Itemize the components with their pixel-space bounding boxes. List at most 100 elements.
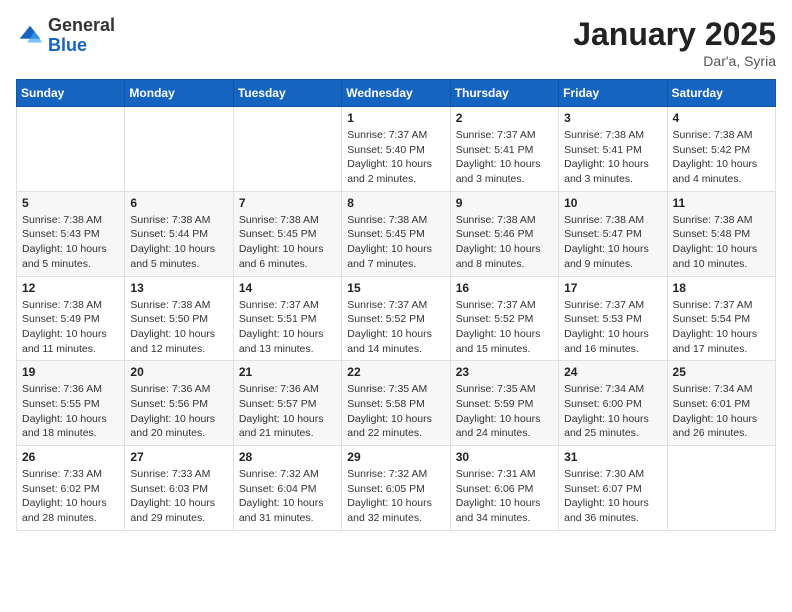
day-number: 29 — [347, 450, 444, 464]
day-number: 11 — [673, 196, 770, 210]
calendar-cell-1-6: 11 Sunrise: 7:38 AMSunset: 5:48 PMDayligh… — [667, 191, 775, 276]
day-info: Sunrise: 7:36 AMSunset: 5:55 PMDaylight:… — [22, 382, 119, 441]
calendar-table: Sunday Monday Tuesday Wednesday Thursday… — [16, 79, 776, 531]
day-info: Sunrise: 7:36 AMSunset: 5:57 PMDaylight:… — [239, 382, 336, 441]
day-info: Sunrise: 7:38 AMSunset: 5:45 PMDaylight:… — [239, 213, 336, 272]
day-info: Sunrise: 7:37 AMSunset: 5:51 PMDaylight:… — [239, 298, 336, 357]
day-info: Sunrise: 7:38 AMSunset: 5:42 PMDaylight:… — [673, 128, 770, 187]
header-tuesday: Tuesday — [233, 80, 341, 107]
day-number: 31 — [564, 450, 661, 464]
day-info: Sunrise: 7:37 AMSunset: 5:41 PMDaylight:… — [456, 128, 553, 187]
calendar-body: 1Sunrise: 7:37 AMSunset: 5:40 PMDaylight… — [17, 107, 776, 531]
calendar-cell-4-0: 26Sunrise: 7:33 AMSunset: 6:02 PMDayligh… — [17, 446, 125, 531]
day-number: 28 — [239, 450, 336, 464]
header-saturday: Saturday — [667, 80, 775, 107]
day-number: 13 — [130, 281, 227, 295]
calendar-cell-2-6: 18 Sunrise: 7:37 AMSunset: 5:54 PMDayligh… — [667, 276, 775, 361]
calendar-header: Sunday Monday Tuesday Wednesday Thursday… — [17, 80, 776, 107]
day-number: 2 — [456, 111, 553, 125]
day-info: Sunrise: 7:33 AMSunset: 6:03 PMDaylight:… — [130, 467, 227, 526]
day-info: Sunrise: 7:38 AMSunset: 5:46 PMDaylight:… — [456, 213, 553, 272]
day-number: 8 — [347, 196, 444, 210]
header-sunday: Sunday — [17, 80, 125, 107]
logo-text: General Blue — [48, 16, 115, 56]
header-monday: Monday — [125, 80, 233, 107]
day-info: Sunrise: 7:31 AMSunset: 6:06 PMDaylight:… — [456, 467, 553, 526]
day-info: Sunrise: 7:32 AMSunset: 6:04 PMDaylight:… — [239, 467, 336, 526]
day-number: 25 — [673, 365, 770, 379]
day-number: 1 — [347, 111, 444, 125]
calendar-cell-0-2 — [233, 107, 341, 192]
day-number: 21 — [239, 365, 336, 379]
week-row-4: 19 Sunrise: 7:36 AMSunset: 5:55 PMDayligh… — [17, 361, 776, 446]
logo-general: General — [48, 16, 115, 36]
header-thursday: Thursday — [450, 80, 558, 107]
week-row-2: 5Sunrise: 7:38 AMSunset: 5:43 PMDaylight… — [17, 191, 776, 276]
day-info: Sunrise: 7:38 AMSunset: 5:50 PMDaylight:… — [130, 298, 227, 357]
calendar-cell-2-5: 17 Sunrise: 7:37 AMSunset: 5:53 PMDayligh… — [559, 276, 667, 361]
calendar-cell-0-4: 2 Sunrise: 7:37 AMSunset: 5:41 PMDaylight… — [450, 107, 558, 192]
week-row-5: 26Sunrise: 7:33 AMSunset: 6:02 PMDayligh… — [17, 446, 776, 531]
day-info: Sunrise: 7:38 AMSunset: 5:41 PMDaylight:… — [564, 128, 661, 187]
logo-blue: Blue — [48, 36, 115, 56]
calendar-cell-1-0: 5Sunrise: 7:38 AMSunset: 5:43 PMDaylight… — [17, 191, 125, 276]
day-number: 27 — [130, 450, 227, 464]
title-area: January 2025 Dar'a, Syria — [573, 16, 776, 69]
day-number: 6 — [130, 196, 227, 210]
logo-icon — [16, 22, 44, 50]
day-info: Sunrise: 7:37 AMSunset: 5:53 PMDaylight:… — [564, 298, 661, 357]
calendar-cell-1-3: 8 Sunrise: 7:38 AMSunset: 5:45 PMDaylight… — [342, 191, 450, 276]
day-number: 26 — [22, 450, 119, 464]
calendar-cell-0-5: 3 Sunrise: 7:38 AMSunset: 5:41 PMDaylight… — [559, 107, 667, 192]
day-number: 9 — [456, 196, 553, 210]
calendar-cell-3-4: 23 Sunrise: 7:35 AMSunset: 5:59 PMDayligh… — [450, 361, 558, 446]
calendar-cell-0-0 — [17, 107, 125, 192]
day-number: 7 — [239, 196, 336, 210]
calendar-cell-4-2: 28 Sunrise: 7:32 AMSunset: 6:04 PMDayligh… — [233, 446, 341, 531]
day-number: 24 — [564, 365, 661, 379]
calendar-cell-3-6: 25Sunrise: 7:34 AMSunset: 6:01 PMDayligh… — [667, 361, 775, 446]
day-info: Sunrise: 7:38 AMSunset: 5:48 PMDaylight:… — [673, 213, 770, 272]
calendar-cell-2-4: 16Sunrise: 7:37 AMSunset: 5:52 PMDayligh… — [450, 276, 558, 361]
day-number: 3 — [564, 111, 661, 125]
calendar-cell-1-2: 7 Sunrise: 7:38 AMSunset: 5:45 PMDaylight… — [233, 191, 341, 276]
month-title: January 2025 — [573, 16, 776, 53]
calendar-cell-2-1: 13 Sunrise: 7:38 AMSunset: 5:50 PMDayligh… — [125, 276, 233, 361]
day-info: Sunrise: 7:34 AMSunset: 6:00 PMDaylight:… — [564, 382, 661, 441]
day-number: 12 — [22, 281, 119, 295]
day-info: Sunrise: 7:37 AMSunset: 5:52 PMDaylight:… — [456, 298, 553, 357]
day-number: 23 — [456, 365, 553, 379]
calendar-cell-3-0: 19 Sunrise: 7:36 AMSunset: 5:55 PMDayligh… — [17, 361, 125, 446]
day-number: 18 — [673, 281, 770, 295]
day-info: Sunrise: 7:38 AMSunset: 5:43 PMDaylight:… — [22, 213, 119, 272]
day-info: Sunrise: 7:38 AMSunset: 5:44 PMDaylight:… — [130, 213, 227, 272]
day-info: Sunrise: 7:32 AMSunset: 6:05 PMDaylight:… — [347, 467, 444, 526]
calendar-cell-3-3: 22 Sunrise: 7:35 AMSunset: 5:58 PMDayligh… — [342, 361, 450, 446]
day-number: 15 — [347, 281, 444, 295]
calendar-cell-2-0: 12Sunrise: 7:38 AMSunset: 5:49 PMDayligh… — [17, 276, 125, 361]
calendar-cell-2-2: 14Sunrise: 7:37 AMSunset: 5:51 PMDayligh… — [233, 276, 341, 361]
calendar-cell-0-6: 4 Sunrise: 7:38 AMSunset: 5:42 PMDaylight… — [667, 107, 775, 192]
day-info: Sunrise: 7:35 AMSunset: 5:59 PMDaylight:… — [456, 382, 553, 441]
day-info: Sunrise: 7:36 AMSunset: 5:56 PMDaylight:… — [130, 382, 227, 441]
day-info: Sunrise: 7:38 AMSunset: 5:45 PMDaylight:… — [347, 213, 444, 272]
logo: General Blue — [16, 16, 115, 56]
day-info: Sunrise: 7:37 AMSunset: 5:54 PMDaylight:… — [673, 298, 770, 357]
page-header: General Blue January 2025 Dar'a, Syria — [16, 16, 776, 69]
calendar-cell-4-6 — [667, 446, 775, 531]
location-subtitle: Dar'a, Syria — [573, 53, 776, 69]
day-number: 19 — [22, 365, 119, 379]
day-number: 4 — [673, 111, 770, 125]
day-info: Sunrise: 7:38 AMSunset: 5:47 PMDaylight:… — [564, 213, 661, 272]
week-row-1: 1Sunrise: 7:37 AMSunset: 5:40 PMDaylight… — [17, 107, 776, 192]
day-number: 22 — [347, 365, 444, 379]
calendar-cell-3-5: 24 Sunrise: 7:34 AMSunset: 6:00 PMDayligh… — [559, 361, 667, 446]
calendar-cell-4-5: 31Sunrise: 7:30 AMSunset: 6:07 PMDayligh… — [559, 446, 667, 531]
day-number: 20 — [130, 365, 227, 379]
calendar-cell-3-2: 21 Sunrise: 7:36 AMSunset: 5:57 PMDayligh… — [233, 361, 341, 446]
day-number: 17 — [564, 281, 661, 295]
day-info: Sunrise: 7:35 AMSunset: 5:58 PMDaylight:… — [347, 382, 444, 441]
calendar-cell-1-4: 9 Sunrise: 7:38 AMSunset: 5:46 PMDaylight… — [450, 191, 558, 276]
header-wednesday: Wednesday — [342, 80, 450, 107]
week-row-3: 12Sunrise: 7:38 AMSunset: 5:49 PMDayligh… — [17, 276, 776, 361]
